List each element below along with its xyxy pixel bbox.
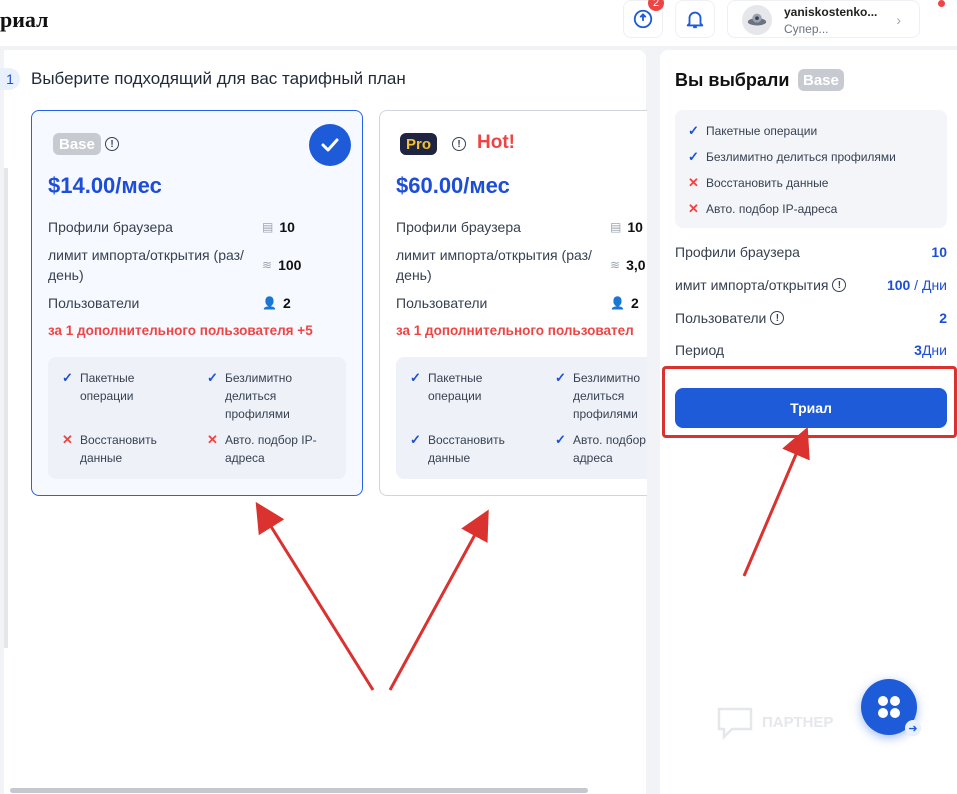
check-icon: ✓ [688,123,699,138]
summary-profiles-value: 10 [931,244,947,260]
feature-text: Пакетные операции [706,124,818,138]
user-icon: 👤 [610,296,625,310]
layers-icon: ≋ [610,258,621,272]
profiles-value: ▤ 10 [610,219,643,235]
feature-item: ✓ Авто. подбор IP-адреса [555,431,647,467]
row-label-text: Период [675,342,725,358]
arrow-right-icon[interactable]: ➜ [905,720,921,736]
users-count: 2 [630,295,639,311]
row-label-text: Профили браузера [675,244,800,260]
summary-feature-item: ✓ Безлимитно делиться профилями [688,149,896,164]
folder-icon: ▤ [610,220,622,234]
notifications-button[interactable] [675,0,715,38]
summary-period-value: 3Дни [914,342,947,358]
hot-label: Hot! [477,132,515,153]
row-unit: Дни [921,342,947,358]
feature-text: Безлимитно делиться профилями [706,150,896,164]
summary-plan-tag: Base [798,69,844,91]
plan-tag: Pro [400,133,438,155]
info-icon[interactable]: ! [832,278,847,292]
profiles-label: Профили браузера [396,219,521,235]
summary-import-label: имит импорта/открытия! [675,277,847,293]
check-icon: ✓ [410,432,421,447]
info-icon[interactable]: ! [770,311,785,325]
feature-text: Восстановить данные [428,433,505,465]
summary-features-box: ✓ Пакетные операции ✓ Безлимитно делиться … [675,110,947,228]
profiles-count: 10 [627,219,643,235]
user-role: Супер... [784,22,829,36]
row-label-text: Пользователи [675,310,767,326]
import-limit-count: 3,0 [626,257,646,273]
feature-text: Пакетные операции [428,371,483,403]
bell-icon [686,11,704,29]
summary-feature-item: ✕ Восстановить данные [688,175,829,190]
summary-users-value: 2 [939,310,947,326]
check-icon: ✓ [688,149,699,164]
feature-item: ✓ Безлимитно делиться профилями [555,369,647,423]
avatar [742,5,772,35]
plan-clip: Pro ! Hot! $60.00/мес Профили браузера ▤… [0,0,647,794]
feature-text: Безлимитно делиться профилями [573,371,641,421]
summary-profiles-label: Профили браузера [675,244,800,260]
summary-feature-item: ✕ Авто. подбор IP-адреса [688,201,838,216]
summary-feature-item: ✓ Пакетные операции [688,123,818,138]
horizontal-scrollbar[interactable] [10,788,588,793]
users-value: 👤 2 [610,295,639,311]
cross-icon: ✕ [688,175,699,190]
row-value: 100 [886,277,911,293]
row-value: 2 [939,310,947,326]
import-limit-value: ≋ 3,0 [610,257,646,273]
trial-button[interactable]: Триал [675,388,947,428]
check-icon: ✓ [555,370,566,385]
plan-price: $60.00/мес [396,173,510,198]
feature-text: Авто. подбор IP-адреса [573,433,647,465]
cross-icon: ✕ [688,201,699,216]
users-label: Пользователи [396,295,488,311]
features-box: ✓ Пакетные операции ✓ Безлимитно делиться … [396,357,647,479]
extra-user-price: за 1 дополнительного пользовател [396,323,634,338]
feature-item: ✓ Восстановить данные [410,431,533,467]
check-icon: ✓ [410,370,421,385]
chevron-right-icon: › [896,12,901,28]
user-name: yaniskostenko... [784,5,878,19]
updates-badge: 2 [648,0,664,11]
chat-icon [717,707,753,741]
summary-title: Вы выбрали [675,70,790,90]
notification-dot [938,0,945,7]
user-menu[interactable]: yaniskostenko... Супер... › [727,0,920,38]
import-limit-label: лимит импорта/открытия (раз/день) [396,247,592,283]
summary-import-value: 100 / Дни [887,277,947,293]
feature-text: Восстановить данные [706,176,829,190]
check-icon: ✓ [555,432,566,447]
summary-users-label: Пользователи! [675,310,785,326]
watermark-text: ПАРТНЕР [762,713,834,731]
apps-grid-icon [878,696,900,718]
row-value: 3 [914,342,922,358]
row-label-text: имит импорта/открытия [675,277,829,293]
feature-text: Авто. подбор IP-адреса [706,202,838,216]
partner-watermark: ПАРТНЕР [716,703,833,741]
row-value: 10 [931,244,947,260]
feature-item: ✓ Пакетные операции [410,369,533,405]
ufo-icon [747,13,767,26]
summary-period-label: Период [675,342,724,358]
info-icon[interactable]: ! [452,137,466,151]
plan-card-pro[interactable]: Pro ! Hot! $60.00/мес Профили браузера ▤… [379,110,647,496]
row-unit: / Дни [910,277,947,293]
